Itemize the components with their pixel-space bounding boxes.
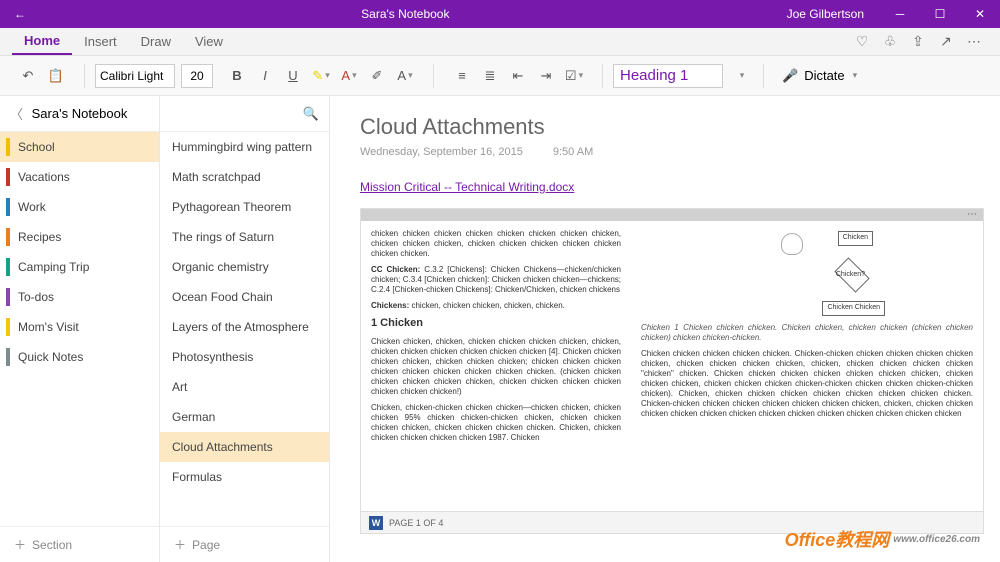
styles-dropdown-icon[interactable]: ▾ xyxy=(729,64,753,88)
page-list: Hummingbird wing pattern Math scratchpad… xyxy=(160,132,329,526)
maximize-icon[interactable]: ☐ xyxy=(920,7,960,21)
clear-formatting-icon[interactable]: A▾ xyxy=(393,64,417,88)
bullets-icon[interactable]: ≡ xyxy=(450,64,474,88)
doc-paragraph: Chicken chicken chicken chicken chicken.… xyxy=(641,349,973,419)
page-item[interactable]: German xyxy=(160,402,329,432)
section-item[interactable]: Recipes xyxy=(0,222,159,252)
section-item[interactable]: Work xyxy=(0,192,159,222)
section-list: School Vacations Work Recipes Camping Tr… xyxy=(0,132,159,526)
doc-column-right: Chicken Chicken? Chicken Chicken Chicken… xyxy=(631,221,983,511)
database-icon xyxy=(781,233,803,255)
diagram-label: Chicken? xyxy=(836,271,865,280)
doc-page-indicator: PAGE 1 OF 4 xyxy=(389,518,443,528)
dictate-button[interactable]: 🎤 Dictate ▾ xyxy=(774,68,865,84)
back-arrow-icon[interactable]: ← xyxy=(14,7,26,21)
window-title: Sara's Notebook xyxy=(40,7,771,21)
plus-icon: ＋ xyxy=(14,536,26,553)
outdent-icon[interactable]: ⇤ xyxy=(506,64,530,88)
page-item[interactable]: Hummingbird wing pattern xyxy=(160,132,329,162)
plus-icon: ＋ xyxy=(174,536,186,553)
checkbox-icon[interactable]: ☑▾ xyxy=(562,64,586,88)
more-icon[interactable]: ⋯ xyxy=(960,33,988,50)
font-family-input[interactable] xyxy=(95,64,175,88)
page-time: 9:50 AM xyxy=(553,146,593,158)
doc-column-left: chicken chicken chicken chicken chicken … xyxy=(361,221,631,511)
section-item[interactable]: Vacations xyxy=(0,162,159,192)
numbering-icon[interactable]: ≣ xyxy=(478,64,502,88)
diagram-box: Chicken xyxy=(838,231,873,246)
attachment-link[interactable]: Mission Critical -- Technical Writing.do… xyxy=(360,180,574,194)
lightbulb-icon[interactable]: ♡ xyxy=(848,33,876,50)
format-painter-icon[interactable]: ✐ xyxy=(365,64,389,88)
italic-icon[interactable]: I xyxy=(253,64,277,88)
fullscreen-icon[interactable]: ↗ xyxy=(932,33,960,50)
undo-icon[interactable]: ↶ xyxy=(16,64,40,88)
page-item[interactable]: Layers of the Atmosphere xyxy=(160,312,329,342)
dictate-label: Dictate xyxy=(804,68,844,83)
document-preview[interactable]: ⋯ chicken chicken chicken chicken chicke… xyxy=(360,208,984,534)
search-icon[interactable]: 🔍 xyxy=(303,106,319,122)
page-item[interactable]: Formulas xyxy=(160,462,329,492)
doc-paragraph: CC Chicken: C.3.2 [Chickens]: Chicken Ch… xyxy=(371,265,621,295)
doc-paragraph: Chicken, chicken-chicken chicken chicken… xyxy=(371,403,621,443)
word-icon: W xyxy=(369,516,383,530)
page-item[interactable]: Pythagorean Theorem xyxy=(160,192,329,222)
page-item[interactable]: Photosynthesis xyxy=(160,342,329,372)
section-panel: 〈 Sara's Notebook School Vacations Work … xyxy=(0,96,160,562)
page-date: Wednesday, September 16, 2015 xyxy=(360,146,523,158)
page-content[interactable]: Cloud Attachments Wednesday, September 1… xyxy=(330,96,1000,562)
doc-heading: 1 Chicken xyxy=(371,317,621,331)
page-item[interactable]: Art xyxy=(160,372,329,402)
bold-icon[interactable]: B xyxy=(225,64,249,88)
ribbon-tabs: Home Insert Draw View ♡ ♧ ⇪ ↗ ⋯ xyxy=(0,28,1000,56)
doc-figure-caption: Chicken 1 Chicken chicken chicken. Chick… xyxy=(641,323,973,343)
doc-paragraph: chicken chicken chicken chicken chicken … xyxy=(371,229,621,259)
share-icon[interactable]: ⇪ xyxy=(904,33,932,50)
section-item[interactable]: Mom's Visit xyxy=(0,312,159,342)
tab-home[interactable]: Home xyxy=(12,28,72,55)
chevron-down-icon: ▾ xyxy=(853,70,858,81)
tab-insert[interactable]: Insert xyxy=(72,28,129,55)
toolbar: ↶ 📋 B I U ✎▾ A▾ ✐ A▾ ≡ ≣ ⇤ ⇥ ☑▾ Heading … xyxy=(0,56,1000,96)
page-panel: 🔍 Hummingbird wing pattern Math scratchp… xyxy=(160,96,330,562)
highlight-icon[interactable]: ✎▾ xyxy=(309,64,333,88)
notifications-icon[interactable]: ♧ xyxy=(876,33,904,50)
font-size-input[interactable] xyxy=(181,64,213,88)
doc-diagram: Chicken Chicken? Chicken Chicken xyxy=(641,229,973,319)
underline-icon[interactable]: U xyxy=(281,64,305,88)
doc-paragraph: Chickens: chicken, chicken chicken, chic… xyxy=(371,301,621,311)
user-name[interactable]: Joe Gilbertson xyxy=(771,7,880,21)
notebook-name[interactable]: Sara's Notebook xyxy=(32,106,128,121)
microphone-icon: 🎤 xyxy=(782,68,798,84)
page-item[interactable]: Ocean Food Chain xyxy=(160,282,329,312)
section-item[interactable]: Quick Notes xyxy=(0,342,159,372)
section-item[interactable]: School xyxy=(0,132,159,162)
watermark: Office教程网 www.office26.com xyxy=(785,526,980,552)
page-item[interactable]: Organic chemistry xyxy=(160,252,329,282)
add-page-button[interactable]: ＋Page xyxy=(160,526,329,562)
page-item[interactable]: The rings of Saturn xyxy=(160,222,329,252)
font-color-icon[interactable]: A▾ xyxy=(337,64,361,88)
styles-heading[interactable]: Heading 1 xyxy=(613,64,723,88)
page-title[interactable]: Cloud Attachments xyxy=(360,114,984,140)
close-icon[interactable]: ✕ xyxy=(960,7,1000,21)
page-item[interactable]: Math scratchpad xyxy=(160,162,329,192)
tab-draw[interactable]: Draw xyxy=(129,28,183,55)
section-item[interactable]: To-dos xyxy=(0,282,159,312)
back-icon[interactable]: 〈 xyxy=(10,104,23,123)
tab-view[interactable]: View xyxy=(183,28,235,55)
diagram-box: Chicken Chicken xyxy=(822,301,885,316)
clipboard-icon[interactable]: 📋 xyxy=(44,64,68,88)
titlebar: ← Sara's Notebook Joe Gilbertson ─ ☐ ✕ xyxy=(0,0,1000,28)
indent-icon[interactable]: ⇥ xyxy=(534,64,558,88)
add-section-button[interactable]: ＋Section xyxy=(0,526,159,562)
more-options-icon[interactable]: ⋯ xyxy=(967,209,977,220)
page-item[interactable]: Cloud Attachments xyxy=(160,432,329,462)
minimize-icon[interactable]: ─ xyxy=(880,7,920,21)
doc-paragraph: Chicken chicken, chicken, chicken chicke… xyxy=(371,337,621,397)
section-item[interactable]: Camping Trip xyxy=(0,252,159,282)
